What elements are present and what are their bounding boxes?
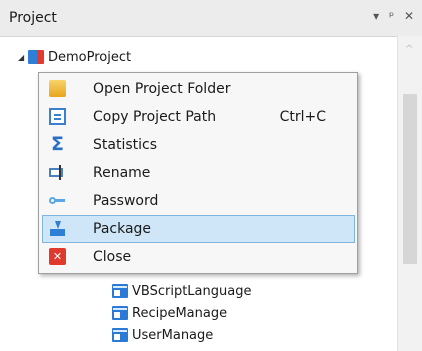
list-icon [112,328,128,342]
close-panel-icon[interactable]: ✕ [404,9,414,23]
dropdown-icon[interactable]: ▾ [373,9,379,23]
scrollbar-thumb[interactable] [403,94,417,264]
tree-node-usermanage[interactable]: UserManage [112,324,213,346]
menu-item-label: Package [93,221,152,237]
tree-node-label: UserManage [132,327,214,343]
tree-node-label: DemoProject [48,49,132,65]
panel-header-controls: ▾ ᵖ ✕ [367,9,414,23]
menu-item-rename[interactable]: Rename [42,159,355,187]
sigma-icon: Σ [51,133,64,155]
tree-node-root[interactable]: ◢ DemoProject [18,46,131,68]
menu-item-label: Statistics [93,137,157,153]
copy-icon [49,108,66,125]
menu-item-open-project-folder[interactable]: Open Project Folder [42,75,355,103]
tree-node-label: RecipeManage [132,305,228,321]
menu-item-shortcut: Ctrl+C [279,109,326,125]
project-panel: Project ▾ ᵖ ✕ ◢ DemoProject VBScriptLang… [0,0,422,351]
context-menu: Open Project Folder Copy Project Path Ct… [38,72,358,274]
tree-node-label: VBScriptLanguage [132,283,252,299]
collapse-arrow-icon[interactable]: ◢ [18,53,28,62]
vertical-scrollbar[interactable]: ^ [397,36,422,351]
package-icon [49,220,66,237]
menu-item-label: Rename [93,165,151,181]
list-icon [112,284,128,298]
close-icon: ✕ [49,248,66,265]
menu-item-label: Open Project Folder [93,81,231,97]
menu-item-label: Close [93,249,132,265]
panel-title: Project [9,10,57,26]
tree-node-recipemanage[interactable]: RecipeManage [112,302,227,324]
menu-item-copy-project-path[interactable]: Copy Project Path Ctrl+C [42,103,355,131]
rename-icon [49,164,66,181]
menu-item-label: Copy Project Path [93,109,217,125]
folder-open-icon [49,80,66,97]
menu-item-password[interactable]: Password [42,187,355,215]
list-icon [112,306,128,320]
menu-item-package[interactable]: Package [42,215,355,243]
tree-node-vbscriptlanguage[interactable]: VBScriptLanguage [112,280,251,302]
menu-item-label: Password [93,193,159,209]
scroll-up-icon[interactable]: ^ [405,44,413,55]
panel-header: Project ▾ ᵖ ✕ [0,0,422,37]
menu-item-close[interactable]: ✕ Close [42,243,355,271]
project-icon [28,50,44,64]
menu-item-statistics[interactable]: Σ Statistics [42,131,355,159]
key-icon [49,192,66,209]
pin-icon[interactable]: ᵖ [389,9,394,23]
